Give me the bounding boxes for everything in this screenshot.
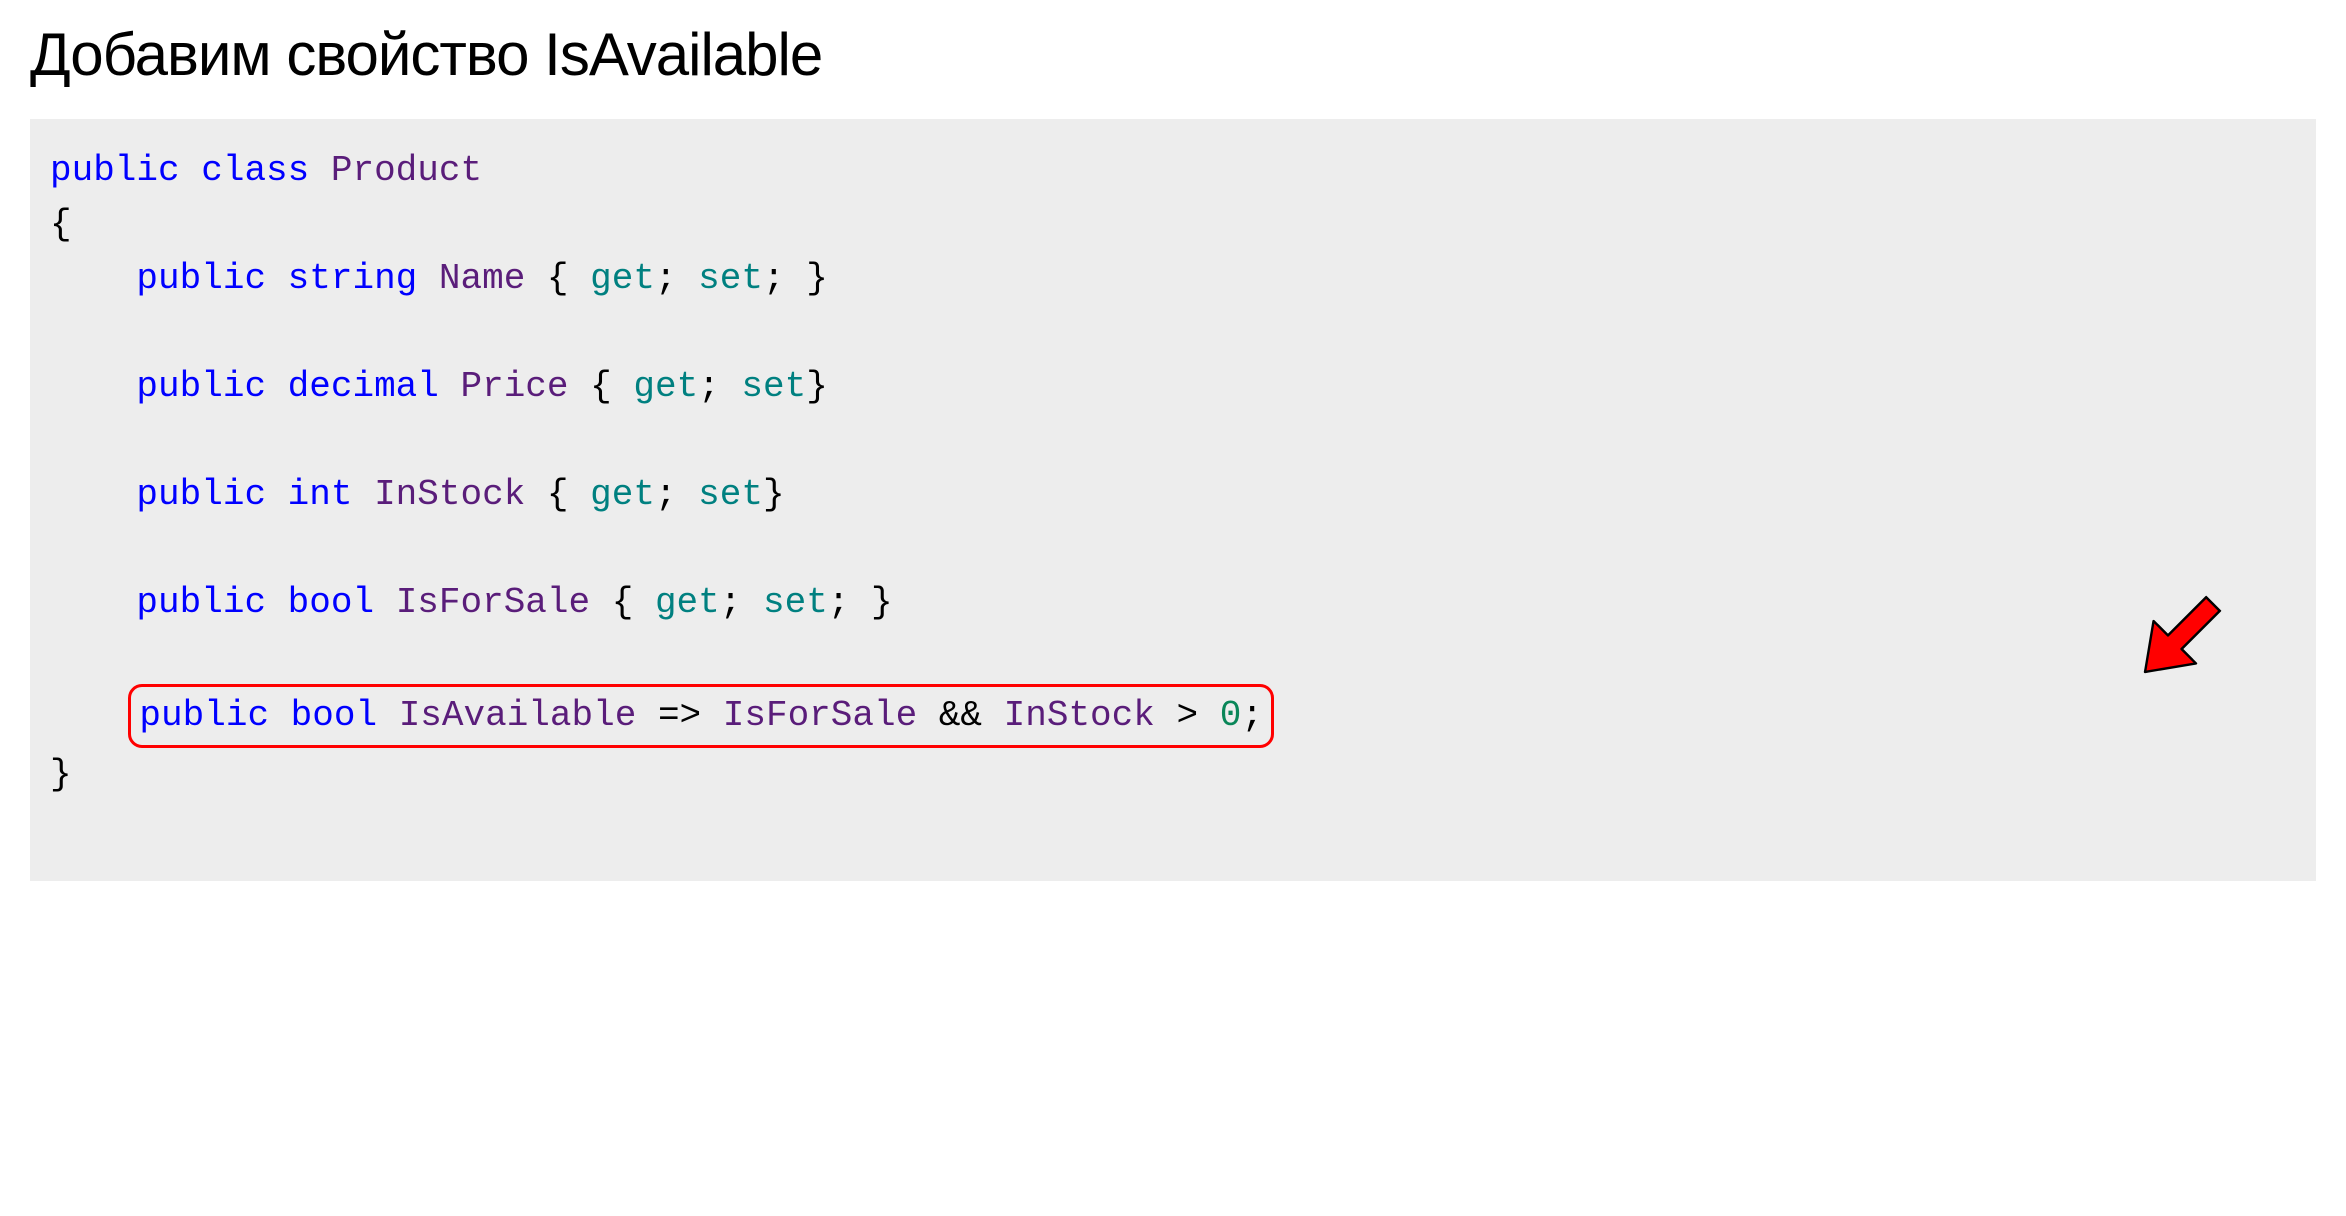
brace: { [547, 474, 569, 515]
type-int: int [288, 474, 353, 515]
accessor-get: get [590, 474, 655, 515]
class-name: Product [331, 150, 482, 191]
property-name: Name [439, 258, 525, 299]
brace: { [547, 258, 569, 299]
keyword-public: public [50, 150, 180, 191]
accessor-get: get [633, 366, 698, 407]
brace: { [590, 366, 612, 407]
accessor-get: get [655, 582, 720, 623]
gt-operator: > [1176, 695, 1198, 736]
brace: { [612, 582, 634, 623]
keyword-public: public [136, 582, 266, 623]
property-price: Price [461, 366, 569, 407]
highlighted-line: public bool IsAvailable => IsForSale && … [128, 684, 1274, 748]
accessor-set: set [698, 474, 763, 515]
brace-close: } [50, 754, 72, 795]
type-decimal: decimal [288, 366, 439, 407]
ref-isforsale: IsForSale [723, 695, 917, 736]
semicolon: ; [655, 258, 677, 299]
semicolon: ; [720, 582, 742, 623]
ref-instock: InStock [1004, 695, 1155, 736]
slide-title: Добавим свойство IsAvailable [30, 20, 2316, 89]
semicolon: ; [828, 582, 850, 623]
brace: } [871, 582, 893, 623]
keyword-public: public [136, 258, 266, 299]
property-isavailable: IsAvailable [399, 695, 637, 736]
brace: } [806, 366, 828, 407]
and-operator: && [939, 695, 982, 736]
keyword-public: public [136, 474, 266, 515]
type-bool: bool [288, 582, 374, 623]
brace: } [806, 258, 828, 299]
arrow-operator: => [658, 695, 701, 736]
semicolon: ; [655, 474, 677, 515]
keyword-class: class [201, 150, 309, 191]
property-isforsale: IsForSale [396, 582, 590, 623]
accessor-set: set [763, 582, 828, 623]
semicolon: ; [763, 258, 785, 299]
type-bool: bool [291, 695, 377, 736]
code-block: public class Product { public string Nam… [30, 119, 2316, 881]
keyword-public: public [136, 366, 266, 407]
property-instock: InStock [374, 474, 525, 515]
arrow-icon [2076, 524, 2196, 644]
type-string: string [288, 258, 418, 299]
brace-open: { [50, 204, 72, 245]
accessor-set: set [698, 258, 763, 299]
accessor-get: get [590, 258, 655, 299]
semicolon: ; [698, 366, 720, 407]
accessor-set: set [741, 366, 806, 407]
keyword-public: public [139, 695, 269, 736]
brace: } [763, 474, 785, 515]
number-zero: 0 [1220, 695, 1242, 736]
semicolon: ; [1241, 695, 1263, 736]
